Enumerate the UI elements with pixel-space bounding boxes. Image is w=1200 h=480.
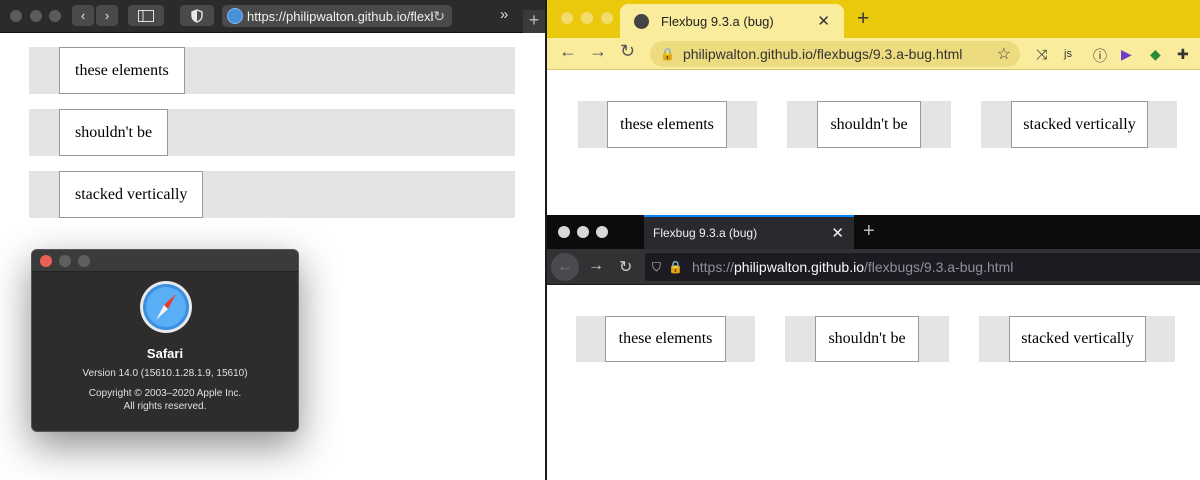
shuffle-icon[interactable]: ⤨ xyxy=(1036,46,1047,63)
address-bar[interactable]: https://philipwalton.github.io/flexbugs/… xyxy=(222,5,452,27)
toolbar: ← → ↻ 🔒 philipwalton.github.io/flexbugs/… xyxy=(547,38,1200,70)
safari-window: ‹ › https://philipwalton.github.io/flexb… xyxy=(0,0,545,480)
flex-item: stacked vertically xyxy=(1011,101,1148,148)
forward-icon[interactable]: → xyxy=(589,41,607,62)
flex-item: these elements xyxy=(59,47,185,94)
tab-title: Flexbug 9.3.a (bug) xyxy=(653,226,758,240)
shield-icon[interactable]: ⛉ xyxy=(652,260,661,275)
close-icon[interactable]: ✕ xyxy=(817,12,830,30)
close-window-dot[interactable] xyxy=(558,226,570,238)
version-text: Version 14.0 (15610.1.28.1.9, 15610) xyxy=(82,368,248,379)
tab-title: Flexbug 9.3.a (bug) xyxy=(661,13,774,29)
minimize-window-dot[interactable] xyxy=(30,10,42,22)
rights-text: All rights reserved. xyxy=(123,401,207,412)
color-icon[interactable]: ◆ xyxy=(1150,46,1161,63)
zoom-dialog-dot xyxy=(78,255,90,267)
reload-icon[interactable]: ↻ xyxy=(619,257,632,277)
about-safari-dialog: Safari Version 14.0 (15610.1.28.1.9, 156… xyxy=(31,249,299,432)
globe-icon xyxy=(634,13,649,29)
tab-active[interactable]: Flexbug 9.3.a (bug) ✕ xyxy=(620,4,844,38)
flex-row: these elements xyxy=(576,316,755,362)
more-tabs-icon[interactable]: » xyxy=(500,6,508,23)
tab-strip: Flexbug 9.3.a (bug) ✕ + xyxy=(547,0,1200,38)
tab-strip: Flexbug 9.3.a (bug) ✕ + xyxy=(547,215,1200,249)
flex-row: these elements xyxy=(578,101,757,148)
forward-icon[interactable]: → xyxy=(588,257,604,275)
back-icon[interactable]: ← xyxy=(559,41,577,62)
app-name: Safari xyxy=(146,346,184,361)
close-window-dot[interactable] xyxy=(10,10,22,22)
flex-row: shouldn't be xyxy=(29,109,515,156)
minimize-dialog-dot xyxy=(59,255,71,267)
close-icon[interactable]: ✕ xyxy=(831,224,844,242)
flex-row: stacked vertically xyxy=(29,171,515,218)
address-bar[interactable]: 🔒 philipwalton.github.io/flexbugs/9.3.a-… xyxy=(650,41,1020,67)
sidebar-icon[interactable] xyxy=(128,5,164,26)
star-icon[interactable]: ☆ xyxy=(997,44,1011,64)
zoom-window-dot[interactable] xyxy=(49,10,61,22)
toolbar: ← → ↻ ⛉ 🔒 https://philipwalton.github.io… xyxy=(547,249,1200,285)
puzzle-icon[interactable]: ✚ xyxy=(1177,46,1189,63)
minimize-window-dot[interactable] xyxy=(577,226,589,238)
flex-item: these elements xyxy=(607,101,727,148)
new-tab-icon[interactable]: + xyxy=(863,220,875,243)
back-icon[interactable]: ‹ xyxy=(72,5,94,26)
flex-item: these elements xyxy=(605,316,726,362)
minimize-window-dot[interactable] xyxy=(581,12,593,24)
forward-icon[interactable]: › xyxy=(96,5,118,26)
lock-icon[interactable]: 🔒 xyxy=(660,47,675,61)
info-icon[interactable]: ⓘ xyxy=(1093,46,1107,66)
reload-icon[interactable]: ↻ xyxy=(433,8,445,25)
firefox-window: Flexbug 9.3.a (bug) ✕ + ← → ↻ ⛉ 🔒 https:… xyxy=(547,215,1200,480)
url-text: https://philipwalton.github.io/flexbugs/… xyxy=(247,8,433,24)
flex-item: shouldn't be xyxy=(815,316,919,362)
chrome-window: Flexbug 9.3.a (bug) ✕ + ← → ↻ 🔒 philipwa… xyxy=(547,0,1200,215)
lock-icon[interactable]: 🔒 xyxy=(668,260,683,274)
address-bar[interactable]: ⛉ 🔒 https://philipwalton.github.io/flexb… xyxy=(645,253,1200,281)
zoom-window-dot[interactable] xyxy=(596,226,608,238)
url-text: https://philipwalton.github.io/flexbugs/… xyxy=(691,259,1014,275)
reload-icon[interactable]: ↻ xyxy=(620,41,635,62)
flex-row: stacked vertically xyxy=(979,316,1175,362)
tab-active[interactable]: Flexbug 9.3.a (bug) ✕ xyxy=(644,215,854,249)
flex-row: these elements xyxy=(29,47,515,94)
close-window-dot[interactable] xyxy=(561,12,573,24)
flex-item: stacked vertically xyxy=(59,171,204,218)
flex-item: shouldn't be xyxy=(59,109,169,156)
flex-row: shouldn't be xyxy=(785,316,949,362)
flex-item: shouldn't be xyxy=(817,101,921,148)
dialog-titlebar xyxy=(32,250,298,272)
new-tab-icon[interactable]: + xyxy=(523,10,545,33)
safari-compass-icon xyxy=(140,281,192,333)
js-icon[interactable]: js xyxy=(1064,48,1072,60)
safari-toolbar: ‹ › https://philipwalton.github.io/flexb… xyxy=(0,0,545,33)
back-icon[interactable]: ← xyxy=(551,253,579,281)
new-tab-icon[interactable]: + xyxy=(857,7,869,31)
privacy-shield-icon[interactable] xyxy=(180,5,214,26)
url-text: philipwalton.github.io/flexbugs/9.3.a-bu… xyxy=(682,46,963,62)
flex-item: stacked vertically xyxy=(1009,316,1146,362)
play-icon[interactable]: ▶ xyxy=(1121,46,1132,63)
close-dialog-dot[interactable] xyxy=(40,255,52,267)
globe-icon xyxy=(227,8,243,24)
zoom-window-dot[interactable] xyxy=(601,12,613,24)
copyright-text: Copyright © 2003–2020 Apple Inc. xyxy=(88,388,242,399)
flex-row: shouldn't be xyxy=(787,101,951,148)
flex-row: stacked vertically xyxy=(981,101,1177,148)
